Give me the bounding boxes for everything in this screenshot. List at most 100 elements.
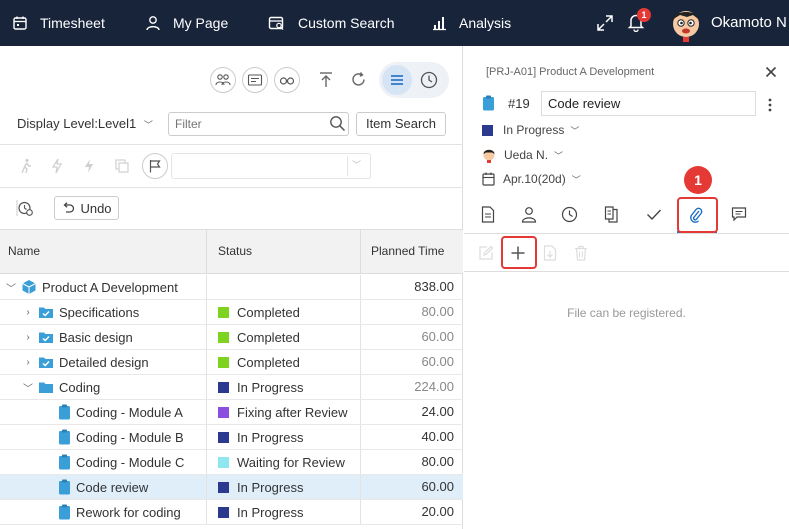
planned-cell: 80.00 [421, 454, 454, 469]
tab-person-icon[interactable] [521, 206, 537, 223]
status-color-swatch [218, 381, 229, 393]
planned-cell: 40.00 [421, 429, 454, 444]
nav-custom-search-label: Custom Search [298, 15, 395, 31]
status-label: In Progress [237, 429, 304, 445]
flag-button[interactable] [142, 153, 168, 179]
status-value: In Progress [503, 123, 565, 137]
flag-icon [149, 160, 161, 173]
cube-icon [22, 280, 36, 294]
folder-check-icon [39, 307, 53, 318]
flag-select[interactable]: ﹀ [171, 153, 371, 179]
calendar-icon [13, 16, 27, 30]
table-row[interactable]: › Specifications Completed 80.00 [0, 300, 463, 325]
status-color-swatch [482, 124, 493, 136]
status-dropdown[interactable]: In Progress ﹀ [482, 123, 579, 137]
column-header-name[interactable]: Name [0, 230, 207, 273]
more-vertical-icon[interactable] [768, 98, 772, 112]
table-row[interactable]: Coding - Module C Waiting for Review 80.… [0, 450, 463, 475]
status-cell: In Progress [208, 500, 361, 524]
undo-button[interactable]: Undo [54, 196, 119, 220]
chevron-right-icon[interactable]: › [23, 332, 33, 343]
nav-timesheet-label: Timesheet [40, 15, 105, 31]
lightning-icon[interactable] [83, 158, 95, 174]
table-row[interactable]: Coding - Module A Fixing after Review 24… [0, 400, 463, 425]
folder-icon [39, 382, 53, 393]
row-name: Basic design [59, 329, 133, 345]
chevron-down-icon: ﹀ [352, 160, 362, 170]
walker-icon[interactable] [19, 158, 33, 174]
collapse-top-icon[interactable] [318, 71, 334, 89]
row-name: Coding - Module B [76, 429, 184, 445]
avatar[interactable] [667, 4, 705, 42]
table-row[interactable]: › Detailed design Completed 60.00 [0, 350, 463, 375]
glasses-view-button[interactable] [274, 67, 300, 93]
assignee-avatar [483, 149, 495, 163]
task-list-pane: Display Level:Level1 ﹀ Item Search ﹀ [0, 46, 463, 529]
search-icon[interactable] [329, 115, 346, 132]
nav-my-page[interactable]: My Page [145, 0, 228, 46]
id-card-icon [247, 74, 263, 86]
column-header-status[interactable]: Status [208, 230, 361, 273]
table-row[interactable]: Rework for coding In Progress 20.00 [0, 500, 463, 525]
row-name: Coding - Module A [76, 404, 183, 420]
task-title-input[interactable] [541, 91, 756, 116]
tab-check-icon[interactable] [646, 208, 662, 221]
date-dropdown[interactable]: Apr.10(20d) ﹀ [482, 172, 581, 186]
planned-cell: 20.00 [421, 504, 454, 519]
clipboard-icon [59, 404, 70, 420]
status-label: Waiting for Review [237, 454, 345, 470]
card-view-button[interactable] [242, 67, 268, 93]
filter-input[interactable] [168, 112, 349, 136]
tab-copy-document-icon[interactable] [604, 206, 619, 223]
task-grid: ﹀ Product A Development 838.00 › Specifi… [0, 275, 463, 525]
refresh-icon[interactable] [350, 71, 367, 88]
timeline-view-clock-icon[interactable] [418, 69, 440, 91]
display-level-label: Display Level:Level1 [17, 116, 137, 131]
row-name: Specifications [59, 304, 140, 320]
row-name: Rework for coding [76, 504, 181, 520]
empty-attachments-message: File can be registered. [567, 306, 686, 320]
tab-comment-icon[interactable] [731, 206, 747, 222]
status-label: In Progress [237, 479, 304, 495]
user-name[interactable]: Okamoto N [711, 14, 787, 31]
item-search-button[interactable]: Item Search [356, 112, 446, 136]
breadcrumb[interactable]: [PRJ-A01] Product A Development [486, 66, 654, 78]
table-row[interactable]: ﹀ Product A Development 838.00 [0, 275, 463, 300]
highlight-box-add-button [501, 236, 537, 269]
table-row[interactable]: Coding - Module B In Progress 40.00 [0, 425, 463, 450]
table-row[interactable]: › Basic design Completed 60.00 [0, 325, 463, 350]
nav-analysis[interactable]: Analysis [431, 0, 511, 46]
status-color-swatch [218, 481, 229, 493]
status-label: In Progress [237, 504, 304, 520]
list-view-button[interactable] [382, 65, 412, 95]
chevron-down-icon: ﹀ [554, 150, 564, 161]
name-cell: Coding - Module A [0, 400, 207, 424]
tab-clock-icon[interactable] [561, 206, 578, 223]
trash-icon[interactable] [574, 245, 588, 261]
tab-document-icon[interactable] [481, 206, 495, 223]
expand-icon[interactable] [596, 14, 614, 32]
assignee-dropdown[interactable]: Ueda N. ﹀ [482, 147, 563, 163]
status-cell: Completed [208, 300, 361, 324]
download-icon[interactable] [543, 245, 557, 261]
undo-icon [63, 202, 75, 213]
column-header-planned-time[interactable]: Planned Time [362, 230, 462, 273]
display-level-dropdown[interactable]: Display Level:Level1 ﹀ [17, 116, 153, 131]
name-cell: Coding - Module C [0, 450, 207, 474]
copy-icon[interactable] [114, 158, 130, 174]
chevron-down-icon[interactable]: ﹀ [6, 280, 16, 295]
close-icon[interactable] [765, 66, 777, 78]
table-row-selected[interactable]: Code review In Progress 60.00 [0, 475, 463, 500]
table-row[interactable]: ﹀ Coding In Progress 224.00 [0, 375, 463, 400]
clock-check-icon[interactable] [17, 200, 34, 217]
row-name: Product A Development [42, 279, 178, 295]
chevron-right-icon[interactable]: › [23, 357, 33, 368]
nav-custom-search[interactable]: Custom Search [268, 0, 394, 46]
nav-timesheet[interactable]: Timesheet [12, 0, 105, 46]
chevron-down-icon[interactable]: ﹀ [23, 380, 33, 395]
nav-analysis-label: Analysis [459, 15, 512, 31]
chevron-right-icon[interactable]: › [23, 307, 33, 318]
members-button[interactable] [210, 67, 236, 93]
lightning-outline-icon[interactable] [51, 158, 63, 174]
edit-icon[interactable] [478, 245, 494, 261]
